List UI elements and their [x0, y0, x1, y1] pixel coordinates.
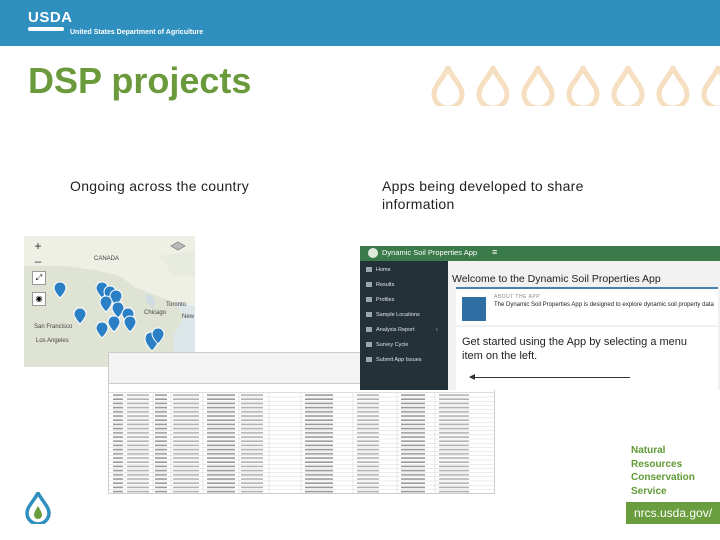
issue-icon	[366, 357, 372, 363]
app-logo-icon	[368, 248, 378, 258]
sidebar-item-home[interactable]: Home	[366, 267, 391, 273]
spreadsheet-grid	[109, 393, 494, 493]
sidebar-item-submit-issues[interactable]: Submit App Issues	[366, 357, 422, 363]
app-topbar: Dynamic Soil Properties App ≡	[360, 246, 720, 261]
sidebar-item-survey-cycle[interactable]: Survey Cycle	[366, 342, 408, 348]
chevron-left-icon: ‹	[436, 327, 438, 333]
welcome-heading: Welcome to the Dynamic Soil Properties A…	[452, 273, 661, 285]
about-heading: ABOUT THE APP	[494, 294, 541, 300]
app-title: Dynamic Soil Properties App	[382, 248, 478, 257]
hamburger-menu-icon[interactable]: ≡	[492, 247, 497, 257]
location-icon	[366, 312, 372, 318]
map-marker-icon	[53, 281, 67, 299]
map-markers	[53, 281, 165, 352]
right-caption: Apps being developed to share informatio…	[382, 178, 584, 212]
project-map[interactable]: + – ⤢ ◉ CANADA Toronto Chicago New San F…	[24, 236, 195, 367]
app-sidebar: Home Results Profiles Sample Locations A…	[360, 261, 448, 390]
arrow-left-icon	[469, 374, 630, 380]
map-marker-icon	[95, 321, 109, 339]
map-marker-icon	[123, 315, 137, 333]
nrcs-drop-logo-icon	[25, 492, 51, 524]
map-marker-icon	[99, 295, 113, 313]
sidebar-item-sample-locations[interactable]: Sample Locations	[366, 312, 420, 318]
dsp-app-screenshot: Dynamic Soil Properties App ≡ Home Resul…	[360, 246, 720, 390]
usda-header-bar: USDA United States Department of Agricul…	[0, 0, 720, 46]
report-icon	[366, 327, 372, 333]
profiles-icon	[366, 297, 372, 303]
agency-name: United States Department of Agriculture	[70, 29, 204, 36]
nrcs-name: Natural Resources Conservation Service	[631, 445, 695, 497]
cycle-icon	[366, 342, 372, 348]
home-icon	[366, 267, 372, 273]
usda-swoosh-icon	[28, 27, 64, 31]
sidebar-item-profiles[interactable]: Profiles	[366, 297, 394, 303]
results-icon	[366, 282, 372, 288]
app-main-panel: Welcome to the Dynamic Soil Properties A…	[448, 261, 720, 390]
about-box: ABOUT THE APP The Dynamic Soil Propertie…	[456, 287, 718, 325]
nrcs-url-badge[interactable]: nrcs.usda.gov/	[626, 502, 720, 524]
slide-title: DSP projects	[28, 60, 252, 101]
usda-logo: USDA	[28, 9, 73, 31]
database-icon	[462, 297, 486, 321]
sidebar-item-analysis-report[interactable]: Analysis Report ‹	[366, 327, 438, 333]
left-caption: Ongoing across the country	[70, 178, 250, 194]
about-text: The Dynamic Soil Properties App is desig…	[494, 302, 714, 308]
usda-logo-text: USDA	[28, 9, 73, 26]
sidebar-item-results[interactable]: Results	[366, 282, 394, 288]
water-drops-decoration-icon	[431, 66, 720, 106]
get-started-box: Get started using the App by selecting a…	[456, 327, 718, 390]
map-marker-icon	[107, 315, 121, 333]
get-started-text: Get started using the App by selecting a…	[462, 336, 688, 362]
map-marker-icon	[73, 307, 87, 325]
